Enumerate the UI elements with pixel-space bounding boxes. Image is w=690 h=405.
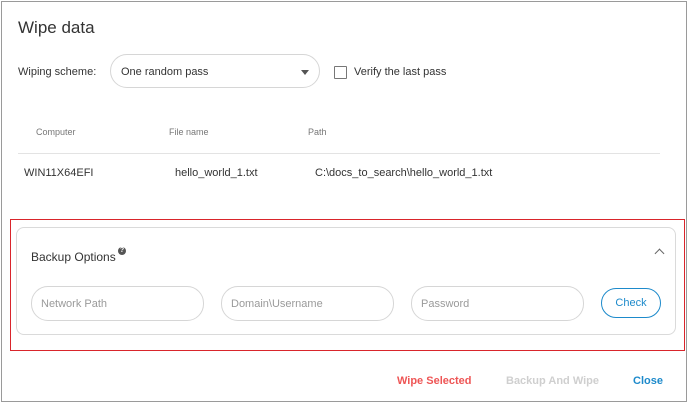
password-input[interactable]: [411, 286, 584, 321]
chevron-up-icon[interactable]: [654, 248, 665, 259]
wiping-scheme-value: One random pass: [121, 66, 209, 78]
verify-last-pass-checkbox[interactable]: Verify the last pass: [334, 64, 446, 80]
wiping-scheme-select[interactable]: One random pass: [110, 54, 320, 88]
column-header-computer: Computer: [36, 127, 76, 137]
checkbox-icon[interactable]: [334, 65, 347, 79]
domain-username-input[interactable]: [221, 286, 394, 321]
table-divider: [18, 153, 660, 154]
column-header-path: Path: [308, 127, 327, 137]
wipe-selected-button[interactable]: Wipe Selected: [397, 375, 471, 387]
cell-path: C:\docs_to_search\hello_world_1.txt: [315, 167, 493, 179]
network-path-input[interactable]: [31, 286, 204, 321]
backup-and-wipe-button[interactable]: Backup And Wipe: [506, 375, 599, 387]
dialog-title: Wipe data: [18, 18, 95, 37]
wiping-scheme-label: Wiping scheme:: [18, 66, 97, 78]
backup-options-title: Backup Options: [31, 250, 116, 264]
verify-last-pass-label: Verify the last pass: [354, 66, 447, 78]
column-header-file-name: File name: [169, 127, 209, 137]
backup-options-panel: Backup Options ? Check: [16, 227, 676, 335]
cell-file-name: hello_world_1.txt: [175, 167, 258, 179]
close-button[interactable]: Close: [633, 375, 663, 387]
help-icon[interactable]: ?: [118, 247, 126, 255]
chevron-down-icon: [301, 70, 309, 75]
check-button[interactable]: Check: [601, 288, 661, 318]
cell-computer: WIN11X64EFI: [24, 167, 94, 179]
